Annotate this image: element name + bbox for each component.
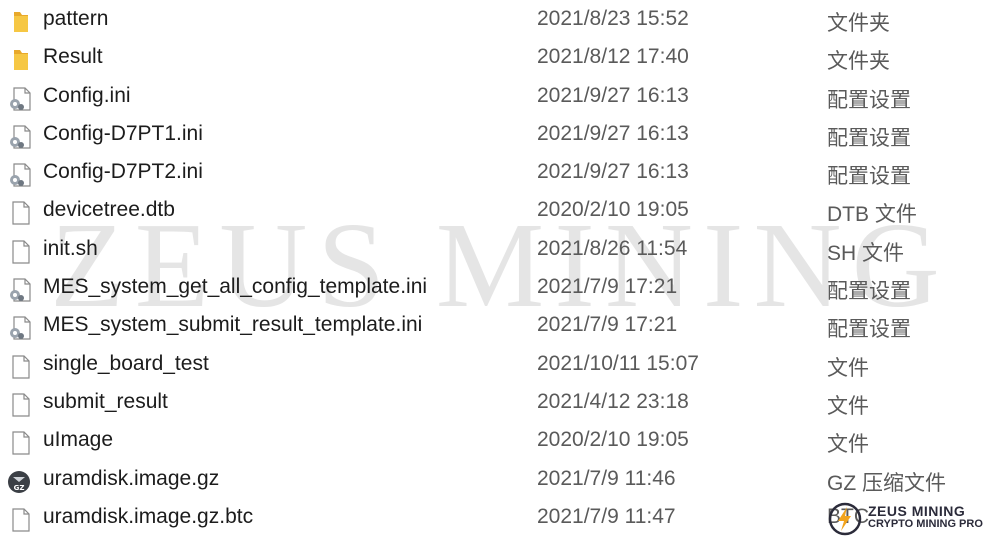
file-icon (6, 393, 32, 417)
file-icon (6, 240, 32, 264)
file-row[interactable]: Config-D7PT1.ini 2021/9/27 16:13 配置设置 (0, 117, 1000, 155)
svg-text:GZ: GZ (14, 484, 25, 492)
file-name: devicetree.dtb (43, 198, 175, 222)
settings-file-icon (6, 86, 32, 111)
file-list: pattern 2021/8/23 15:52 文件夹 Result 2021/8/12… (0, 2, 1000, 538)
file-name: init.sh (43, 236, 98, 260)
file-name: uImage (43, 428, 114, 452)
file-modified-date: 2021/7/9 17:21 (537, 275, 678, 299)
file-type: 文件 (827, 433, 869, 457)
file-row[interactable]: GZ uramdisk.image.gz 2021/7/9 11:46 GZ 压缩文件 (0, 462, 1000, 500)
file-row[interactable]: Result 2021/8/12 17:40 文件夹 (0, 40, 1000, 78)
file-type: BTC (827, 504, 869, 528)
file-row[interactable]: MES_system_submit_result_template.ini 202… (0, 308, 1000, 346)
file-name: uramdisk.image.gz.btc (43, 504, 254, 528)
file-row[interactable]: single_board_test 2021/10/11 15:07 文件 (0, 347, 1000, 385)
file-modified-date: 2020/2/10 19:05 (537, 428, 689, 452)
file-modified-date: 2021/10/11 15:07 (537, 351, 699, 375)
file-row[interactable]: submit_result 2021/4/12 23:18 文件 (0, 385, 1000, 423)
file-type: 配置设置 (827, 280, 911, 304)
file-name: Config-D7PT2.ini (43, 160, 203, 184)
file-modified-date: 2021/7/9 17:21 (537, 313, 678, 337)
file-row[interactable]: MES_system_get_all_config_template.ini 20… (0, 270, 1000, 308)
file-modified-date: 2021/7/9 11:46 (537, 466, 676, 490)
file-name: submit_result (43, 389, 168, 413)
folder-icon (6, 48, 32, 72)
file-icon (6, 431, 32, 455)
file-name: Config-D7PT1.ini (43, 121, 203, 145)
file-type: SH 文件 (827, 241, 905, 265)
file-modified-date: 2021/8/23 15:52 (537, 7, 689, 30)
file-type: 文件夹 (827, 12, 890, 35)
file-icon (6, 201, 32, 226)
file-modified-date: 2021/9/27 16:13 (537, 121, 689, 145)
file-name: MES_system_get_all_config_template.ini (43, 275, 428, 299)
file-name: Result (43, 45, 103, 69)
file-modified-date: 2021/8/12 17:40 (537, 45, 689, 69)
file-row[interactable]: init.sh 2021/8/26 11:54 SH 文件 (0, 232, 1000, 270)
file-type: 文件夹 (827, 50, 890, 74)
file-row[interactable]: devicetree.dtb 2020/2/10 19:05 DTB 文件 (0, 193, 1000, 231)
settings-file-icon (6, 163, 32, 187)
file-name: single_board_test (43, 351, 209, 375)
file-icon (6, 508, 32, 532)
file-modified-date: 2021/7/9 11:47 (537, 504, 676, 528)
file-explorer-view: ZEUS MINING pattern 2021/8/23 15:52 文件夹 Res… (0, 0, 1000, 560)
settings-file-icon (6, 125, 32, 149)
file-type: 文件 (827, 394, 869, 418)
file-row[interactable]: uImage 2020/2/10 19:05 文件 (0, 423, 1000, 461)
file-type: 配置设置 (827, 318, 911, 342)
file-type: DTB 文件 (827, 203, 917, 227)
file-modified-date: 2021/9/27 16:13 (537, 83, 689, 107)
file-type: 配置设置 (827, 88, 911, 112)
file-row[interactable]: uramdisk.image.gz.btc 2021/7/9 11:47 BTC (0, 500, 1000, 538)
file-name: Config.ini (43, 83, 131, 107)
file-type: 配置设置 (827, 165, 911, 189)
file-modified-date: 2020/2/10 19:05 (537, 198, 689, 222)
file-modified-date: 2021/9/27 16:13 (537, 160, 689, 184)
file-type: 配置设置 (827, 126, 911, 150)
gz-archive-icon: GZ (6, 470, 32, 494)
file-name: MES_system_submit_result_template.ini (43, 313, 423, 337)
file-type: GZ 压缩文件 (827, 471, 946, 495)
file-name: uramdisk.image.gz (43, 466, 220, 490)
settings-file-icon (6, 316, 32, 340)
file-modified-date: 2021/8/26 11:54 (537, 236, 688, 260)
file-row[interactable]: pattern 2021/8/23 15:52 文件夹 (0, 2, 1000, 40)
file-name: pattern (43, 7, 109, 30)
file-row[interactable]: Config.ini 2021/9/27 16:13 配置设置 (0, 79, 1000, 117)
file-type: 文件 (827, 356, 869, 380)
folder-icon (6, 10, 32, 34)
settings-file-icon (6, 278, 32, 302)
file-icon (6, 355, 32, 379)
file-row[interactable]: Config-D7PT2.ini 2021/9/27 16:13 配置设置 (0, 155, 1000, 193)
file-modified-date: 2021/4/12 23:18 (537, 389, 689, 413)
